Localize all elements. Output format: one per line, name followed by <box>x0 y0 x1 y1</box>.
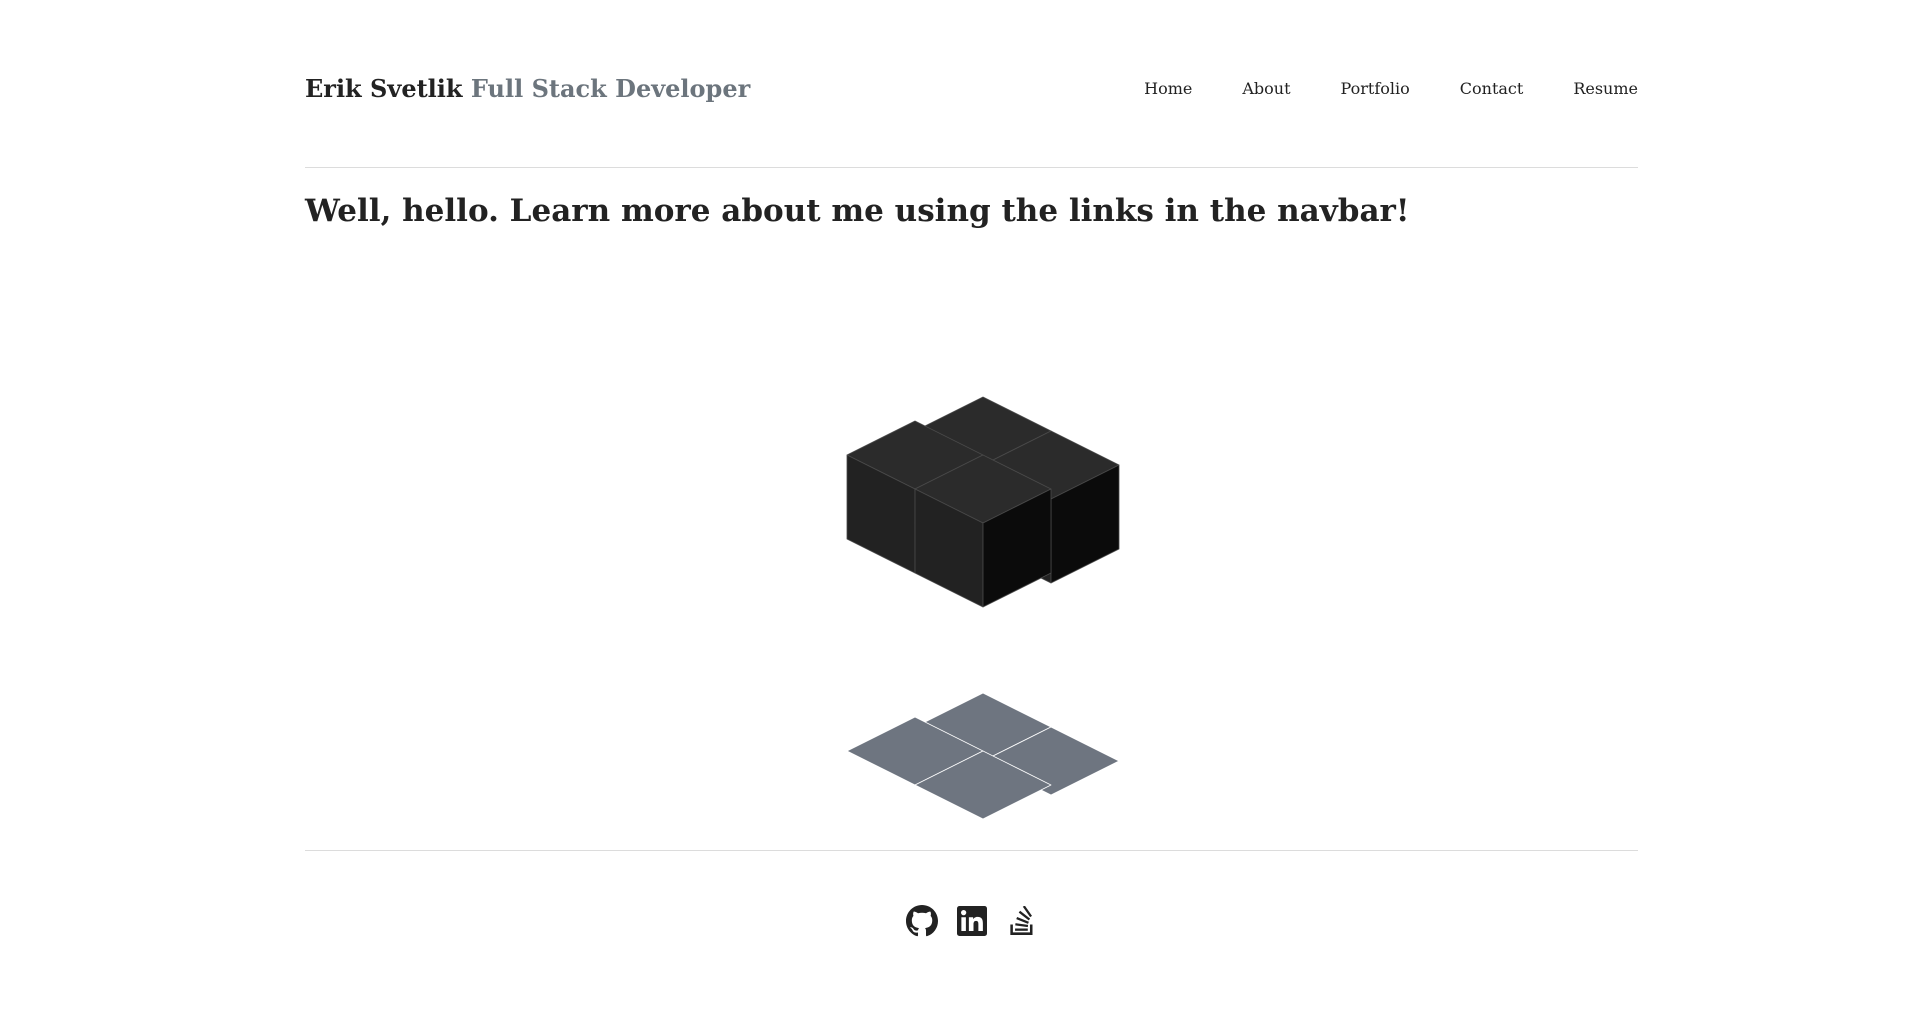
footer-divider <box>305 850 1638 851</box>
brand-name[interactable]: Erik Svetlik <box>305 74 463 103</box>
page-headline: Well, hello. Learn more about me using t… <box>305 193 1410 229</box>
stackoverflow-icon <box>1009 906 1032 935</box>
cube-shadow <box>846 692 1120 820</box>
linkedin-icon <box>956 906 987 936</box>
navbar: Home About Portfolio Contact Resume <box>1094 79 1638 98</box>
linkedin-link[interactable] <box>955 904 989 938</box>
isometric-cubes-illustration <box>846 396 1120 820</box>
site-header: Erik Svetlik Full Stack Developer Home A… <box>305 70 1638 106</box>
brand-role[interactable]: Full Stack Developer <box>471 74 750 103</box>
github-link[interactable] <box>905 904 939 938</box>
cube-group <box>846 396 1120 608</box>
nav-about[interactable]: About <box>1242 79 1290 98</box>
github-icon <box>905 905 938 937</box>
nav-contact[interactable]: Contact <box>1460 79 1524 98</box>
header-divider <box>305 167 1638 168</box>
stackoverflow-link[interactable] <box>1005 904 1039 938</box>
brand[interactable]: Erik Svetlik Full Stack Developer <box>305 74 750 103</box>
site-footer <box>305 904 1638 938</box>
nav-portfolio[interactable]: Portfolio <box>1341 79 1410 98</box>
nav-resume[interactable]: Resume <box>1573 79 1638 98</box>
nav-home[interactable]: Home <box>1144 79 1192 98</box>
